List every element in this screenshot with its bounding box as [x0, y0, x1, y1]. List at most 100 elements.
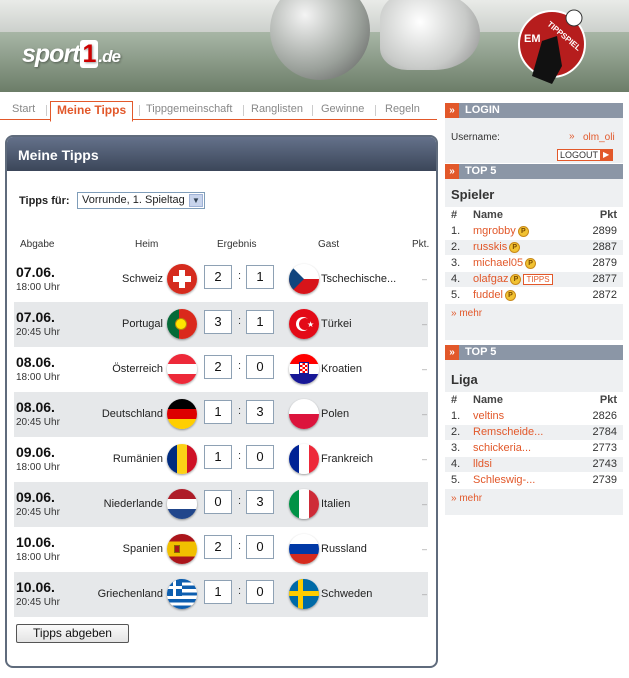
home-score-input[interactable]: 1 [204, 445, 232, 469]
away-team: Russland [321, 543, 367, 555]
tipps-button[interactable]: TIPPS [523, 273, 553, 285]
away-score-input[interactable]: 0 [246, 535, 274, 559]
tab-gewinne[interactable]: Gewinne [321, 103, 364, 115]
home-team: Spanien [122, 543, 163, 555]
liga-mehr-link[interactable]: » mehr [445, 493, 623, 504]
svg-text:EM: EM [524, 33, 541, 45]
away-score-input[interactable]: 1 [246, 310, 274, 334]
league-link[interactable]: schickeria... [473, 442, 531, 454]
col-pkt: Pkt [578, 207, 623, 224]
home-score-input[interactable]: 1 [204, 580, 232, 604]
home-team: Portugal [122, 318, 163, 330]
em-tippspiel-logo: EM TIPPSPIEL [518, 9, 586, 84]
score-separator: : [238, 450, 242, 462]
home-score-input[interactable]: 2 [204, 355, 232, 379]
liga-row: 3. schickeria... 2773 [445, 440, 623, 457]
player-link[interactable]: michael05 [473, 257, 523, 269]
league-link[interactable]: Remscheide... [473, 426, 543, 438]
col-heim: Heim [135, 239, 159, 250]
top5-spieler-heading: » TOP 5 [445, 164, 623, 179]
home-team: Deutschland [101, 408, 163, 420]
home-team: Schweiz [122, 273, 163, 285]
premium-badge-icon: P [504, 289, 516, 301]
home-team: Griechenland [97, 588, 163, 600]
league-link[interactable]: veltins [473, 410, 504, 422]
username-value[interactable]: olm_oli [583, 132, 615, 143]
chevron-down-icon[interactable]: ▼ [189, 194, 203, 207]
home-score-input[interactable]: 2 [204, 265, 232, 289]
home-score-input[interactable]: 2 [204, 535, 232, 559]
esp-flag-icon [167, 534, 197, 564]
tab-start[interactable]: Start [12, 103, 35, 115]
spieltag-select[interactable]: Vorrunde, 1. Spieltag ▼ [77, 192, 205, 209]
cze-flag-icon [289, 264, 319, 294]
away-score-input[interactable]: 1 [246, 265, 274, 289]
site-header: sport 1 .de EM TIPPSPIEL [0, 0, 629, 92]
col-rank: # [445, 207, 467, 224]
away-team: Schweden [321, 588, 373, 600]
points: 2872 [578, 287, 623, 304]
league-link[interactable]: Schleswig-... [473, 474, 535, 486]
match-points: – [422, 544, 428, 554]
match-time: 18:00 Uhr [16, 462, 60, 473]
cro-flag-icon [289, 354, 319, 384]
tab-ranglisten[interactable]: Ranglisten [251, 103, 303, 115]
filter-label: Tipps für: [19, 195, 70, 207]
spieler-mehr-link[interactable]: » mehr [445, 308, 623, 319]
tab-regeln[interactable]: Regeln [385, 103, 420, 115]
tab-meine-tipps[interactable]: Meine Tipps [50, 101, 134, 122]
double-chevron-icon: » [445, 164, 459, 179]
away-score-input[interactable]: 0 [246, 445, 274, 469]
logout-button[interactable]: LOGOUT ▶ [557, 149, 614, 161]
points: 2773 [575, 440, 623, 457]
points: 2887 [578, 239, 623, 256]
points: 2743 [575, 456, 623, 473]
col-pkt: Pkt [575, 392, 623, 409]
league-link[interactable]: lldsi [473, 458, 492, 470]
tab-tippgemeinschaft[interactable]: Tippgemeinschaft [146, 103, 232, 115]
points: 2877 [578, 271, 623, 288]
player-link[interactable]: mgrobby [473, 225, 516, 237]
spieler-row: 4. olafgaz P TIPPS 2877 [445, 271, 623, 288]
match-points: – [422, 499, 428, 509]
username-label: Username: [451, 132, 500, 143]
points: 2784 [575, 424, 623, 441]
player-link[interactable]: russkis [473, 241, 507, 253]
tipps-abgeben-button[interactable]: Tipps abgeben [16, 624, 129, 643]
liga-title: Liga [451, 372, 478, 387]
away-team: Türkei [321, 318, 352, 330]
score-separator: : [238, 360, 242, 372]
away-team: Kroatien [321, 363, 362, 375]
score-separator: : [238, 540, 242, 552]
home-score-input[interactable]: 1 [204, 400, 232, 424]
away-score-input[interactable]: 3 [246, 400, 274, 424]
nav-separator [375, 105, 376, 116]
sport1-logo[interactable]: sport 1 .de [22, 40, 121, 69]
home-team: Niederlande [103, 498, 163, 510]
ita-flag-icon [289, 489, 319, 519]
spieler-title: Spieler [451, 187, 495, 202]
rus-flag-icon [289, 534, 319, 564]
home-score-input[interactable]: 3 [204, 310, 232, 334]
main-nav: Start Meine Tipps Tippgemeinschaft Rangl… [0, 100, 437, 122]
away-score-input[interactable]: 3 [246, 490, 274, 514]
rank: 1. [445, 223, 467, 240]
player-link[interactable]: fuddel [473, 289, 503, 301]
away-score-input[interactable]: 0 [246, 580, 274, 604]
home-score-input[interactable]: 0 [204, 490, 232, 514]
player-link[interactable]: olafgaz [473, 273, 508, 285]
fra-flag-icon [289, 444, 319, 474]
nav-separator [312, 105, 313, 116]
match-row: 08.06. 18:00 Uhr Österreich 2 : 0 Kroati… [14, 347, 428, 392]
away-score-input[interactable]: 0 [246, 355, 274, 379]
match-date: 08.06. [16, 399, 55, 415]
match-points: – [422, 274, 428, 284]
premium-badge-icon: P [525, 257, 537, 269]
points: 2739 [575, 472, 623, 489]
home-team: Rumänien [112, 453, 163, 465]
match-time: 20:45 Uhr [16, 417, 60, 428]
spieler-row: 1. mgrobby P 2899 [445, 223, 623, 240]
match-row: 10.06. 18:00 Uhr Spanien 2 : 0 Russland … [14, 527, 428, 572]
match-row: 09.06. 18:00 Uhr Rumänien 1 : 0 Frankrei… [14, 437, 428, 482]
sui-flag-icon [167, 264, 197, 294]
